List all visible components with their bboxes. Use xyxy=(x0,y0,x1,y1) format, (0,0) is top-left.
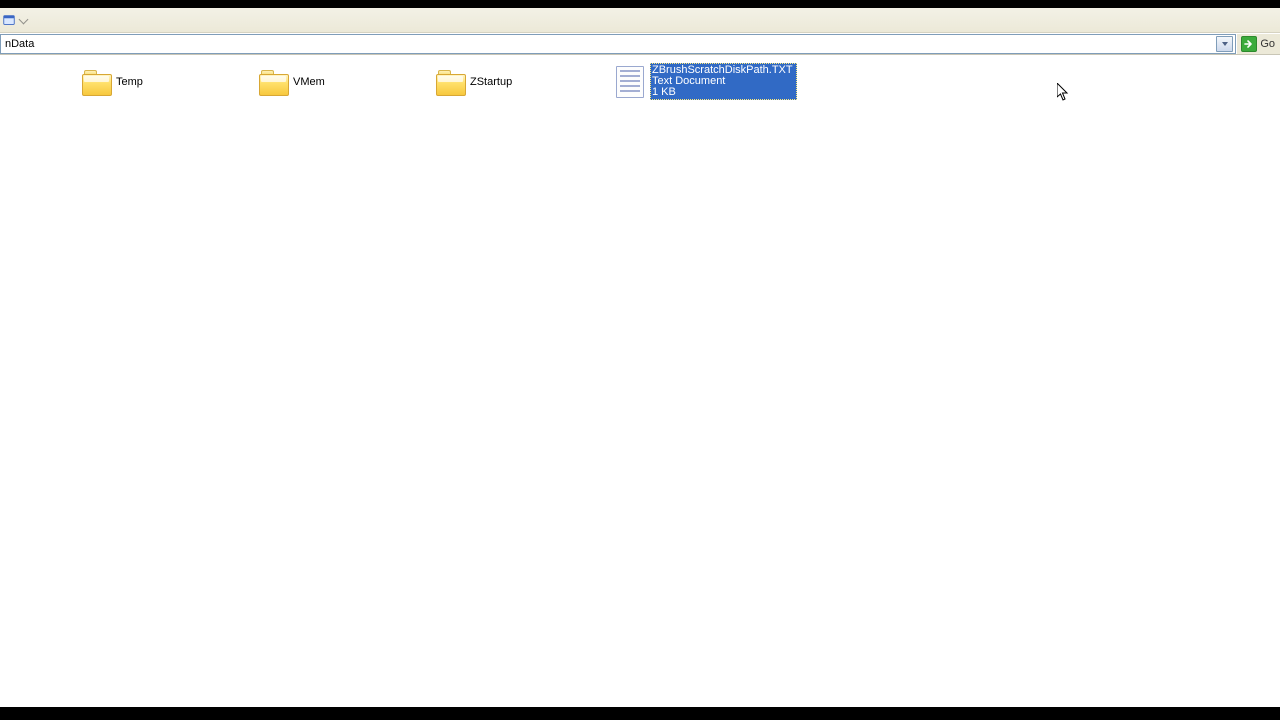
folder-item-zstartup[interactable]: ZStartup xyxy=(434,65,512,99)
go-button[interactable]: Go xyxy=(1236,34,1280,54)
folder-icon xyxy=(80,69,114,95)
system-menu-icon[interactable] xyxy=(2,13,16,27)
file-list[interactable]: Temp VMem ZStartup ZBrushScratchDiskPath… xyxy=(0,55,1280,707)
titlebar xyxy=(0,8,1280,33)
file-info: ZBrushScratchDiskPath.TXT Text Document … xyxy=(650,63,797,100)
folder-label: VMem xyxy=(291,76,325,88)
address-dropdown-button[interactable] xyxy=(1216,36,1233,52)
textfile-icon xyxy=(614,66,646,98)
go-arrow-icon xyxy=(1241,36,1257,52)
folder-label: Temp xyxy=(114,76,143,88)
chevron-down-icon xyxy=(19,14,29,24)
address-bar: nData Go xyxy=(0,33,1280,55)
address-input[interactable]: nData xyxy=(0,34,1236,54)
folder-item-vmem[interactable]: VMem xyxy=(257,65,325,99)
explorer-window: nData Go Temp VMem xyxy=(0,8,1280,704)
folder-icon xyxy=(257,69,291,95)
address-path: nData xyxy=(5,38,34,50)
folder-icon xyxy=(434,69,468,95)
chevron-down-icon xyxy=(1222,42,1228,46)
file-item-selected[interactable]: ZBrushScratchDiskPath.TXT Text Document … xyxy=(614,63,797,100)
folder-label: ZStartup xyxy=(468,76,512,88)
go-label: Go xyxy=(1260,38,1275,50)
file-size: 1 KB xyxy=(652,87,793,98)
folder-item-temp[interactable]: Temp xyxy=(80,65,143,99)
